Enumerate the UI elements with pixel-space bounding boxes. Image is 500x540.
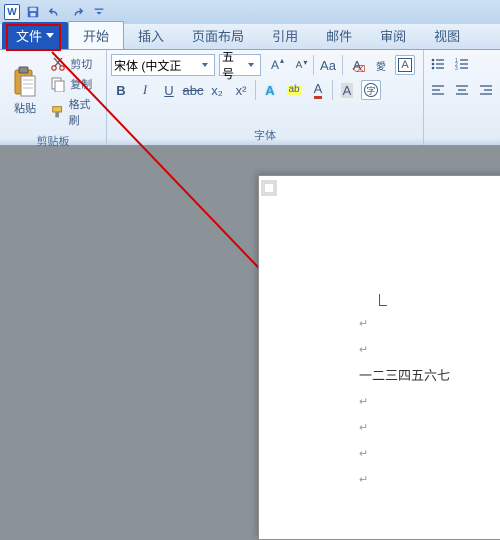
text-effects-button[interactable]: A — [260, 80, 280, 100]
clear-format-button[interactable]: A⌫ — [347, 55, 367, 75]
cut-button[interactable]: 剪切 — [48, 55, 100, 73]
group-label-font: 字体 — [107, 126, 423, 145]
paragraph-mark: ↵ — [359, 441, 450, 467]
separator — [313, 55, 314, 75]
char-shading-button[interactable]: A — [337, 80, 357, 100]
font-size-combo[interactable]: 五号 — [219, 54, 261, 76]
tab-insert[interactable]: 插入 — [124, 22, 178, 49]
chevron-down-icon — [244, 63, 258, 67]
paragraph-mark: ↵ — [359, 467, 450, 493]
svg-text:3: 3 — [455, 66, 458, 72]
group-font: 宋体 (中文正 五号 A▴ A▾ Aa A⌫ 愛 A B I U abc x₂ — [107, 50, 424, 145]
highlight-button[interactable]: ab — [284, 80, 304, 100]
subscript-button[interactable]: x₂ — [207, 80, 227, 100]
qat-customize-icon[interactable] — [90, 3, 108, 21]
app-icon: W — [4, 4, 20, 20]
format-painter-label: 格式刷 — [69, 96, 98, 128]
shrink-font-button[interactable]: A▾ — [289, 55, 309, 75]
phonetic-guide-button[interactable]: 愛 — [371, 55, 391, 75]
change-case-button[interactable]: Aa — [318, 55, 338, 75]
align-center-button[interactable] — [452, 80, 472, 100]
align-right-icon — [478, 82, 494, 98]
document-text-line[interactable]: 一二三四五六七 — [359, 363, 450, 389]
paragraph-mark: ↵ — [359, 415, 450, 441]
font-size-value: 五号 — [222, 48, 244, 82]
separator — [342, 55, 343, 75]
paragraph-mark: ↵ — [359, 389, 450, 415]
align-left-button[interactable] — [428, 80, 448, 100]
save-icon[interactable] — [24, 3, 42, 21]
cut-label: 剪切 — [70, 56, 92, 72]
tab-mail[interactable]: 邮件 — [312, 22, 366, 49]
tab-file[interactable]: 文件 — [2, 22, 68, 49]
undo-icon[interactable] — [46, 3, 64, 21]
paragraph-mark: ↵ — [359, 337, 450, 363]
align-right-button[interactable] — [476, 80, 496, 100]
strike-button[interactable]: abc — [183, 80, 203, 100]
group-paragraph: 123 — [424, 50, 500, 145]
tab-review[interactable]: 审阅 — [366, 22, 420, 49]
font-name-combo[interactable]: 宋体 (中文正 — [111, 54, 215, 76]
brush-icon — [50, 104, 64, 120]
underline-button[interactable]: U — [159, 80, 179, 100]
document-body[interactable]: ↵ ↵ 一二三四五六七 ↵ ↵ ↵ ↵ — [359, 311, 450, 493]
text-cursor — [379, 294, 387, 306]
bold-button[interactable]: B — [111, 80, 131, 100]
tab-view[interactable]: 视图 — [420, 22, 474, 49]
copy-button[interactable]: 复制 — [48, 75, 100, 93]
group-label-paragraph — [424, 142, 500, 145]
group-clipboard: 粘贴 剪切 复制 格式刷 剪贴板 — [0, 50, 107, 145]
tab-home[interactable]: 开始 — [68, 21, 124, 49]
document-page[interactable]: ↵ ↵ 一二三四五六七 ↵ ↵ ↵ ↵ — [258, 175, 500, 540]
bullets-button[interactable] — [428, 54, 448, 74]
ribbon-tabs: 文件 开始 插入 页面布局 引用 邮件 审阅 视图 — [0, 24, 500, 50]
align-center-icon — [454, 82, 470, 98]
paste-label: 粘贴 — [14, 100, 36, 116]
paste-button[interactable]: 粘贴 — [6, 53, 44, 129]
chevron-down-icon — [198, 63, 212, 67]
font-name-value: 宋体 (中文正 — [114, 57, 198, 74]
copy-icon — [50, 76, 66, 92]
format-painter-button[interactable]: 格式刷 — [48, 95, 100, 129]
numbering-button[interactable]: 123 — [452, 54, 472, 74]
grow-font-button[interactable]: A▴ — [265, 55, 285, 75]
group-label-clipboard: 剪贴板 — [0, 132, 106, 151]
align-left-icon — [430, 82, 446, 98]
enclose-char-button[interactable]: 字 — [361, 80, 381, 100]
numbering-icon: 123 — [454, 56, 470, 72]
copy-label: 复制 — [70, 76, 92, 92]
superscript-button[interactable]: x² — [231, 80, 251, 100]
separator — [255, 80, 256, 100]
italic-button[interactable]: I — [135, 80, 155, 100]
scissors-icon — [50, 56, 66, 72]
paragraph-mark: ↵ — [359, 311, 450, 337]
bullets-icon — [430, 56, 446, 72]
paste-icon — [11, 66, 39, 98]
separator — [332, 80, 333, 100]
ruler-corner-icon — [261, 180, 277, 196]
char-border-button[interactable]: A — [395, 55, 415, 75]
tab-references[interactable]: 引用 — [258, 22, 312, 49]
ribbon: 粘贴 剪切 复制 格式刷 剪贴板 — [0, 50, 500, 146]
tab-layout[interactable]: 页面布局 — [178, 22, 258, 49]
font-color-button[interactable]: A — [308, 80, 328, 100]
redo-icon[interactable] — [68, 3, 86, 21]
